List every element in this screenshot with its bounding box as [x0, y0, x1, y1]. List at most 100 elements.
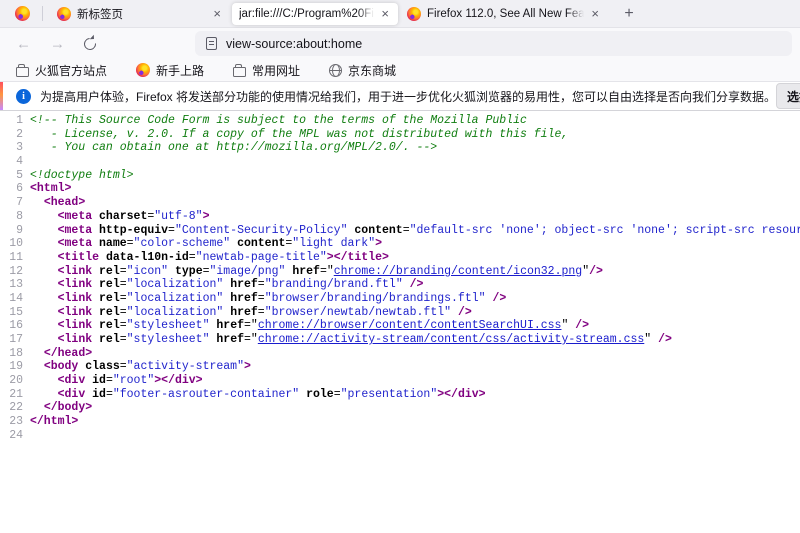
code-token: - You can obtain one at http://mozilla.o… — [30, 141, 437, 154]
code-token: "newtab-page-title" — [196, 251, 327, 264]
code-token: href — [292, 265, 320, 278]
code-token: </head> — [44, 347, 92, 360]
code-token: charset — [99, 210, 147, 223]
code-token: <title — [58, 251, 99, 264]
bookmark-item[interactable]: 新手上路 — [133, 61, 207, 80]
tab-title: 新标签页 — [77, 6, 206, 22]
back-button[interactable]: ← — [12, 34, 35, 53]
source-link[interactable]: chrome://activity-stream/content/css/act… — [258, 333, 644, 346]
line-number: 24 — [0, 429, 30, 443]
line-number: 15 — [0, 306, 30, 320]
view-source-content: 1<!-- This Source Code Form is subject t… — [0, 111, 800, 443]
code-token: > — [375, 237, 382, 250]
line-number: 11 — [0, 251, 30, 265]
source-link[interactable]: chrome://branding/content/icon32.png — [334, 265, 582, 278]
reload-icon — [83, 37, 97, 51]
bookmark-item[interactable]: 京东商城 — [326, 61, 399, 80]
source-code: <link rel="icon" type="image/png" href="… — [30, 265, 603, 279]
code-token — [30, 278, 58, 291]
source-line: 23</html> — [0, 415, 800, 429]
url-bar[interactable]: view-source:about:home — [195, 31, 792, 56]
source-link[interactable]: chrome://browser/content/contentSearchUI… — [258, 319, 562, 332]
choose-shared-data-button[interactable]: 选择您要分享的数据(C) — [776, 83, 800, 109]
code-token: - License, v. 2.0. If a copy of the MPL … — [30, 128, 568, 141]
code-token — [30, 306, 58, 319]
code-token — [30, 374, 58, 387]
code-token: = — [120, 319, 127, 332]
code-token — [92, 292, 99, 305]
code-token: ></div> — [437, 388, 485, 401]
new-tab-button[interactable]: + — [617, 2, 641, 26]
code-token — [30, 347, 44, 360]
line-number: 16 — [0, 319, 30, 333]
code-token: href — [230, 306, 258, 319]
code-token — [30, 388, 58, 401]
code-token — [30, 196, 44, 209]
code-token — [451, 306, 458, 319]
code-token — [92, 265, 99, 278]
code-token: "footer-asrouter-container" — [113, 388, 299, 401]
source-code: <link rel="localization" href="browser/n… — [30, 306, 472, 320]
tab[interactable]: 新标签页 × — [50, 3, 230, 25]
line-number: 18 — [0, 347, 30, 361]
tab[interactable]: Firefox 112.0, See All New Fea × — [400, 3, 608, 25]
code-token: "browser/branding/brandings.ftl" — [265, 292, 486, 305]
code-token: "activity-stream" — [127, 360, 244, 373]
infobar-message: 为提高用户体验，Firefox 将发送部分功能的使用情况给我们，用于进一步优化火… — [40, 88, 776, 105]
bookmark-item[interactable]: 火狐官方站点 — [13, 61, 110, 80]
firefox-view-button[interactable] — [10, 3, 34, 25]
code-token: <!doctype html> — [30, 169, 134, 182]
url-text[interactable]: view-source:about:home — [226, 37, 362, 51]
source-line: 7 <head> — [0, 196, 800, 210]
plus-icon: + — [624, 6, 633, 22]
back-arrow-icon: ← — [16, 35, 31, 52]
line-number: 1 — [0, 114, 30, 128]
code-token: content — [237, 237, 285, 250]
code-token: = — [106, 388, 113, 401]
globe-icon — [329, 64, 342, 77]
source-code: <link rel="localization" href="browser/b… — [30, 292, 506, 306]
code-token — [92, 278, 99, 291]
code-token — [30, 401, 44, 414]
code-token — [30, 210, 58, 223]
code-token: > — [244, 360, 251, 373]
source-code: <link rel="localization" href="branding/… — [30, 278, 423, 292]
code-token — [92, 319, 99, 332]
tab-close-button[interactable]: × — [379, 6, 391, 21]
code-token: rel — [99, 278, 120, 291]
code-token: /> — [575, 319, 589, 332]
code-token: = — [403, 224, 410, 237]
source-code: <link rel="stylesheet" href="chrome://ac… — [30, 333, 672, 347]
code-token: = — [120, 292, 127, 305]
forward-button[interactable]: → — [46, 34, 69, 53]
tab-title: Firefox 112.0, See All New Fea — [427, 8, 584, 20]
code-token: role — [306, 388, 334, 401]
code-token: "color-scheme" — [134, 237, 231, 250]
tab[interactable]: jar:file:///C:/Program%20Files/M× — [232, 3, 398, 25]
code-token — [92, 237, 99, 250]
line-number: 22 — [0, 401, 30, 415]
code-token: content — [354, 224, 402, 237]
reload-button[interactable] — [80, 34, 100, 54]
code-token: /> — [458, 306, 472, 319]
code-token: "presentation" — [341, 388, 438, 401]
source-code: <div id="footer-asrouter-container" role… — [30, 388, 486, 402]
source-line: 24 — [0, 429, 800, 443]
code-token — [30, 292, 58, 305]
code-token: <link — [58, 292, 93, 305]
code-token: "branding/brand.ftl" — [265, 278, 403, 291]
code-token: = — [120, 333, 127, 346]
info-icon: i — [16, 89, 31, 104]
code-token: /> — [410, 278, 424, 291]
source-code: <head> — [30, 196, 85, 210]
code-token: ></div> — [154, 374, 202, 387]
bookmark-item[interactable]: 常用网址 — [230, 61, 303, 80]
line-number: 17 — [0, 333, 30, 347]
firefox-icon — [407, 7, 421, 21]
code-token — [92, 306, 99, 319]
code-token: name — [99, 237, 127, 250]
source-line: 21 <div id="footer-asrouter-container" r… — [0, 388, 800, 402]
code-token: data-l10n-id — [106, 251, 189, 264]
tab-close-button[interactable]: × — [211, 6, 223, 21]
tab-close-button[interactable]: × — [589, 6, 601, 21]
